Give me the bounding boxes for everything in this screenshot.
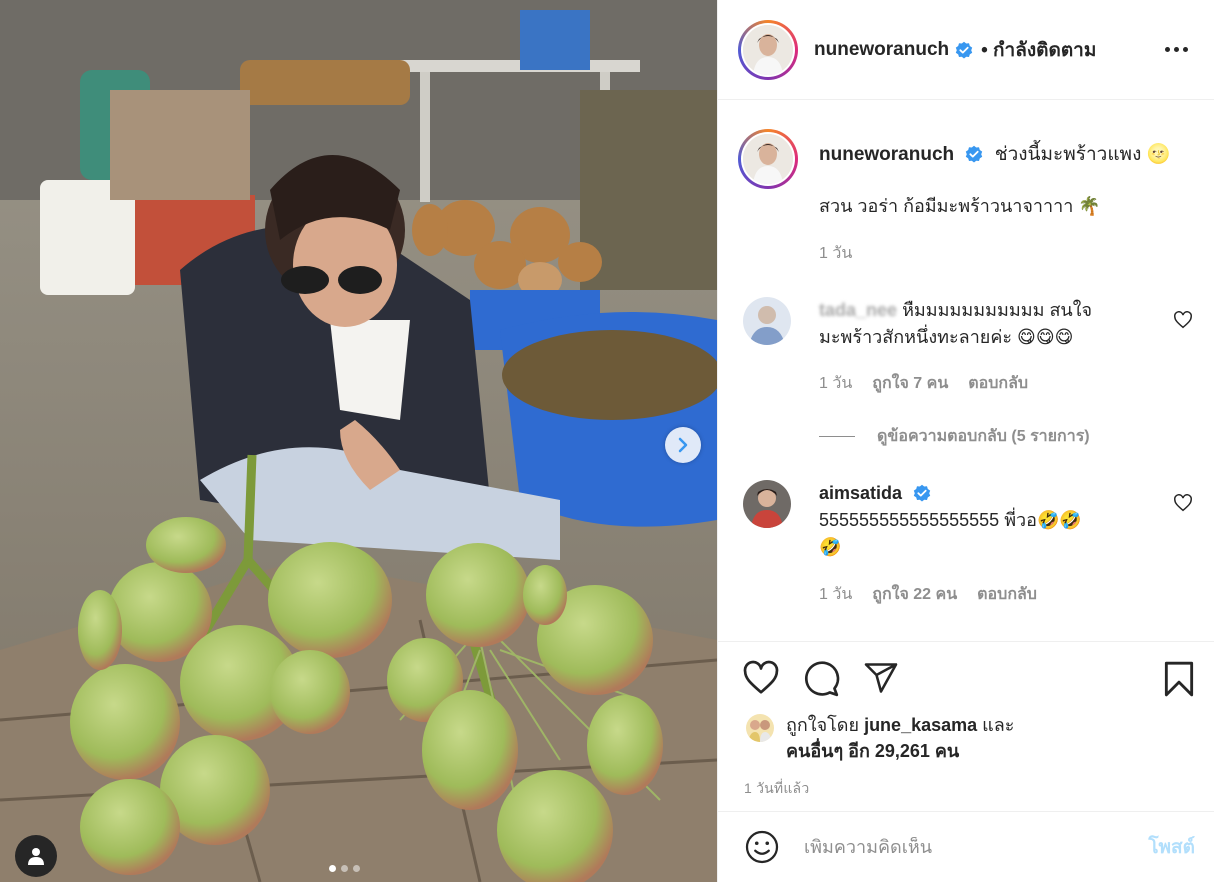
liked-by-user[interactable]: june_kasama — [864, 715, 977, 735]
heart-icon[interactable] — [742, 660, 780, 696]
heart-icon[interactable] — [1173, 311, 1193, 329]
emoji-button[interactable] — [744, 829, 780, 865]
bookmark-icon[interactable] — [1162, 660, 1196, 698]
post-details-panel: nuneworanuch • กำลังติดตาม nuneworanuch … — [717, 0, 1214, 882]
comment-likes[interactable]: ถูกใจ 7 คน — [872, 371, 948, 396]
emoji-icon — [745, 830, 779, 864]
avatar-image — [743, 134, 793, 184]
comment-likes[interactable]: ถูกใจ 22 คน — [872, 582, 957, 607]
post-comment-button[interactable]: โพสต์ — [1148, 832, 1195, 862]
user-tag-icon — [28, 848, 44, 865]
reply-button[interactable]: ตอบกลับ — [968, 371, 1028, 396]
more-icon — [1174, 47, 1179, 52]
share-icon[interactable] — [862, 660, 900, 696]
comment-text-line2: 🤣 — [819, 537, 842, 557]
verified-badge-icon — [966, 145, 983, 163]
post-photo[interactable] — [0, 0, 717, 882]
verified-badge-icon — [913, 484, 931, 502]
liked-by-others[interactable]: คนอื่นๆ อีก 29,261 คน — [786, 741, 959, 761]
avatar-image — [743, 24, 793, 75]
caption-avatar[interactable] — [738, 129, 798, 189]
view-replies-label: ดูข้อความตอบกลับ (5 รายการ) — [877, 428, 1090, 445]
caption-time: 1 วัน — [819, 245, 853, 262]
following-status[interactable]: • กำลังติดตาม — [981, 35, 1096, 65]
author-username[interactable]: nuneworanuch — [814, 39, 949, 61]
next-photo-button[interactable] — [665, 427, 701, 463]
more-icon — [1183, 47, 1188, 52]
comments-list[interactable]: nuneworanuch ช่วงนี้มะพร้าวแพง 🌝 สวน วอร… — [718, 101, 1214, 641]
commenter-username[interactable]: tada_nee — [819, 300, 897, 320]
comment-text-line2: มะพร้าวสักหนึ่งทะลายค่ะ 😋😋😋 — [819, 327, 1074, 347]
liked-by-prefix: ถูกใจโดย — [786, 715, 860, 735]
carousel-dot — [341, 865, 348, 872]
caption-text-line2: สวน วอร่า ก้อมีมะพร้าวนาจาาาา 🌴 — [819, 196, 1101, 216]
verified-badge-icon — [955, 41, 973, 58]
post-image — [0, 0, 717, 882]
comment-text-line1: 555555555555555555 พี่วอ🤣🤣 — [819, 510, 1082, 530]
liker-avatar[interactable] — [746, 714, 774, 742]
posted-time: 1 วันที่แล้ว — [744, 780, 810, 796]
post-header: nuneworanuch • กำลังติดตาม — [718, 0, 1214, 100]
liked-by-and: และ — [982, 715, 1015, 735]
comment-text-line1: หืมมมมมมมมมมม สนใจ — [902, 300, 1093, 320]
carousel-indicator — [329, 865, 360, 872]
post-actions: ถูกใจโดย june_kasama และ คนอื่นๆ อีก 29,… — [718, 641, 1214, 811]
caption-username[interactable]: nuneworanuch — [819, 144, 954, 165]
comment-input[interactable] — [804, 836, 1149, 858]
chevron-right-icon — [678, 437, 688, 453]
tagged-users-button[interactable] — [15, 835, 57, 877]
carousel-dot — [329, 865, 336, 872]
avatar-image — [743, 480, 791, 528]
more-icon — [1165, 47, 1170, 52]
more-options-button[interactable] — [1159, 41, 1194, 58]
avatar-image — [743, 297, 791, 345]
commenter-avatar[interactable] — [743, 297, 791, 345]
comment-time: 1 วัน — [819, 375, 853, 392]
add-comment-bar: โพสต์ — [718, 811, 1214, 882]
caption-text-line1: ช่วงนี้มะพร้าวแพง 🌝 — [994, 144, 1171, 165]
view-replies-button[interactable]: ดูข้อความตอบกลับ (5 รายการ) — [819, 424, 1090, 449]
reply-button[interactable]: ตอบกลับ — [977, 582, 1037, 607]
commenter-avatar[interactable] — [743, 480, 791, 528]
avatar-image — [746, 714, 774, 742]
carousel-dot — [353, 865, 360, 872]
author-avatar[interactable] — [738, 19, 798, 80]
comment-time: 1 วัน — [819, 586, 853, 603]
comment-icon[interactable] — [802, 660, 840, 698]
heart-icon[interactable] — [1173, 494, 1193, 512]
commenter-username[interactable]: aimsatida — [819, 483, 902, 503]
